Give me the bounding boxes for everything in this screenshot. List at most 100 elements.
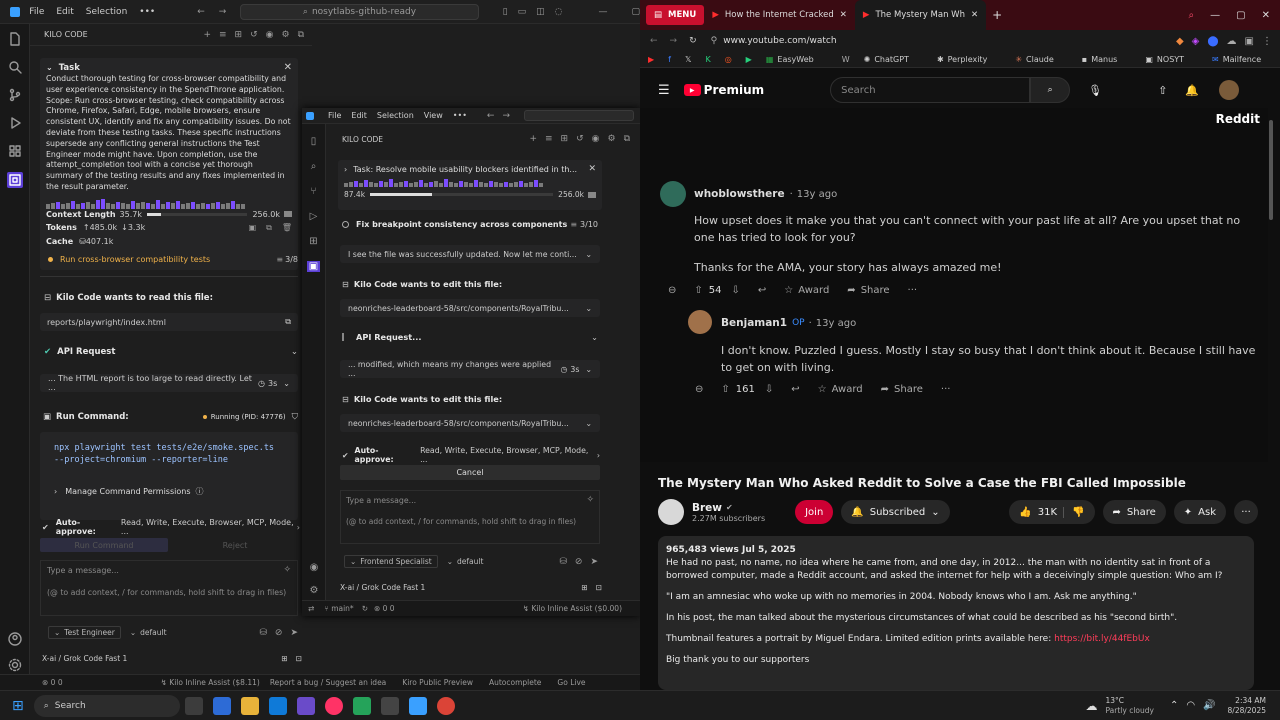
chat-bubble-icon[interactable]: ⊡ xyxy=(596,583,602,592)
menu-view[interactable]: View xyxy=(424,111,443,120)
channel-avatar[interactable] xyxy=(658,499,684,525)
tab-mystery-man[interactable]: ▶ The Mystery Man Wh ✕ xyxy=(854,0,987,30)
reject-button[interactable]: Reject xyxy=(172,538,298,552)
attach-icon[interactable]: ⊘ xyxy=(575,557,583,567)
nav-back-icon[interactable]: ← xyxy=(197,7,205,17)
avatar[interactable]: ▣ xyxy=(1245,36,1254,47)
chat-bubble-icon[interactable]: ⊡ xyxy=(296,654,302,663)
history-icon[interactable]: ↺ xyxy=(250,30,258,40)
tab-menu[interactable]: ▤ MENU xyxy=(646,5,705,25)
extension-cloud-icon[interactable]: ☁ xyxy=(1227,36,1237,47)
history-list-icon[interactable]: ≡ xyxy=(545,134,553,144)
collapse-icon[interactable]: ⊖ xyxy=(695,384,703,395)
run-debug-icon[interactable]: ▷ xyxy=(310,211,318,222)
new-task-icon[interactable]: + xyxy=(203,30,211,40)
menu-file[interactable]: File xyxy=(29,7,44,17)
report-bug[interactable]: Report a bug / Suggest an idea xyxy=(270,678,386,687)
subscribed-button[interactable]: 🔔 Subscribed ⌄ xyxy=(841,500,950,524)
settings-gear-icon[interactable]: ⚙ xyxy=(310,585,319,596)
menu-selection[interactable]: Selection xyxy=(86,7,127,17)
send-icon[interactable]: ➤ xyxy=(590,557,598,567)
chevron-right-icon[interactable]: › xyxy=(597,451,600,460)
menu-file[interactable]: File xyxy=(328,111,341,120)
layout-sidebar-icon[interactable]: ▯ xyxy=(503,7,508,17)
grid-icon[interactable]: ⊞ xyxy=(581,583,587,592)
api-request-summary[interactable]: ... The HTML report is too large to read… xyxy=(40,374,298,392)
more-icon[interactable]: ··· xyxy=(941,384,951,395)
attach-icon[interactable]: ⊘ xyxy=(275,628,283,638)
bookmark-mailfence[interactable]: ✉ Mailfence xyxy=(1212,55,1275,64)
manage-permissions[interactable]: Manage Command Permissions xyxy=(65,487,190,496)
channel-name[interactable]: Brew xyxy=(692,502,722,514)
file-explorer-icon[interactable] xyxy=(240,696,259,715)
downvote-icon[interactable]: ⇩ xyxy=(732,285,740,296)
account-icon[interactable]: ◉ xyxy=(266,30,274,40)
layout-panel-icon[interactable]: ▭ xyxy=(518,7,527,17)
share-button[interactable]: ➦ Share xyxy=(881,384,923,395)
sync-icon[interactable]: ↻ xyxy=(362,604,368,613)
volume-icon[interactable]: 🔊 xyxy=(1203,700,1215,711)
wifi-icon[interactable]: ◠ xyxy=(1186,700,1195,711)
menu-dots-icon[interactable]: ⋮ xyxy=(1262,36,1272,47)
more-icon[interactable]: ··· xyxy=(908,285,918,296)
message-input[interactable]: Type a message... ✧ (@ to add context, / … xyxy=(40,560,298,616)
account-icon[interactable]: ◉ xyxy=(592,134,600,144)
bookmark-x-icon[interactable]: 𝕏 xyxy=(685,55,691,64)
marketplace-icon[interactable]: ⊞ xyxy=(235,30,243,40)
chevron-right-icon[interactable]: › xyxy=(54,487,57,496)
chevron-right-icon[interactable]: › xyxy=(344,165,347,174)
chevron-down-icon[interactable]: ⌄ xyxy=(591,332,598,342)
menu-edit[interactable]: Edit xyxy=(351,111,367,120)
reload-icon[interactable]: ↻ xyxy=(689,36,697,46)
kilo-code-icon[interactable]: ▣ xyxy=(306,261,321,272)
database-icon[interactable]: ⛁ xyxy=(559,557,567,567)
like-button[interactable]: 👍 31K 👎 xyxy=(1009,500,1095,524)
popout-icon[interactable]: ⧉ xyxy=(298,30,304,40)
join-button[interactable]: Join xyxy=(795,500,834,524)
upvote-icon[interactable]: ⇧ xyxy=(721,384,729,395)
back-icon[interactable]: ← xyxy=(650,36,658,46)
remote-icon[interactable]: ⇄ xyxy=(308,604,314,613)
auto-approve-row[interactable]: ✔ Auto-approve: Read, Write, Execute, Br… xyxy=(342,446,600,464)
source-control-icon[interactable]: ⑂ xyxy=(311,186,317,197)
chevron-down-icon[interactable]: ⌄ xyxy=(585,365,592,374)
reply-icon[interactable]: ↩ xyxy=(791,384,799,395)
award-button[interactable]: ☆ Award xyxy=(784,285,829,296)
history-icon[interactable]: ↺ xyxy=(576,134,584,144)
new-tab-icon[interactable]: + xyxy=(992,8,1002,22)
read-file-row[interactable]: reports/playwright/index.html ⧉ xyxy=(40,313,298,331)
weather-widget[interactable]: ☁ 13°C Partly cloudy xyxy=(1085,696,1153,716)
windows-start-icon[interactable]: ⊞ xyxy=(12,698,24,714)
bookmark-perplexity[interactable]: ✱ Perplexity xyxy=(937,55,1001,64)
menu-edit[interactable]: Edit xyxy=(56,7,73,17)
share-button[interactable]: ➦ Share xyxy=(847,285,889,296)
menu-selection[interactable]: Selection xyxy=(377,111,414,120)
award-button[interactable]: ☆ Award xyxy=(818,384,863,395)
avatar[interactable] xyxy=(1219,80,1240,100)
account-icon[interactable] xyxy=(8,632,22,646)
bookmark-manus[interactable]: ▪ Manus xyxy=(1082,55,1132,64)
mode-selector[interactable]: ⌄ Test Engineer xyxy=(48,626,121,639)
notifications-bell-icon[interactable]: 🔔 xyxy=(1185,84,1199,97)
chevron-down-icon[interactable]: ⌄ xyxy=(283,379,290,388)
clock[interactable]: 2:34 AM 8/28/2025 xyxy=(1228,696,1266,716)
close-icon[interactable]: ✕ xyxy=(284,62,292,73)
bookmark-chatgpt[interactable]: ✺ ChatGPT xyxy=(864,55,923,64)
copilot-icon[interactable] xyxy=(212,696,231,715)
todo-row[interactable]: Fix breakpoint consistency across compon… xyxy=(342,220,598,229)
video-player[interactable]: Reddit whoblowsthere · 13y ago How upset… xyxy=(640,108,1268,462)
marketplace-icon[interactable]: ⊞ xyxy=(561,134,569,144)
extension-fox-icon[interactable]: ◆ xyxy=(1176,36,1184,47)
delete-icon[interactable]: 🗑 xyxy=(282,223,292,232)
auto-approve-row[interactable]: ✔ Auto-approve: Read, Write, Execute, Br… xyxy=(42,518,300,536)
bookmark-reddit-icon[interactable]: ◎ xyxy=(725,55,732,64)
kiro-preview[interactable]: Kiro Public Preview xyxy=(402,678,473,687)
command-center-search[interactable]: ⌕ nosytlabs-github-ready xyxy=(240,3,479,20)
chevron-down-icon[interactable]: ⌄ xyxy=(46,63,53,72)
chevron-right-icon[interactable]: › xyxy=(297,523,300,532)
more-actions-button[interactable]: ··· xyxy=(1234,500,1258,524)
collapse-icon[interactable]: ⊖ xyxy=(668,285,676,296)
export-icon[interactable]: ▣ xyxy=(249,223,257,232)
nav-back-icon[interactable]: ← xyxy=(487,111,495,121)
nav-forward-icon[interactable]: → xyxy=(219,7,227,17)
